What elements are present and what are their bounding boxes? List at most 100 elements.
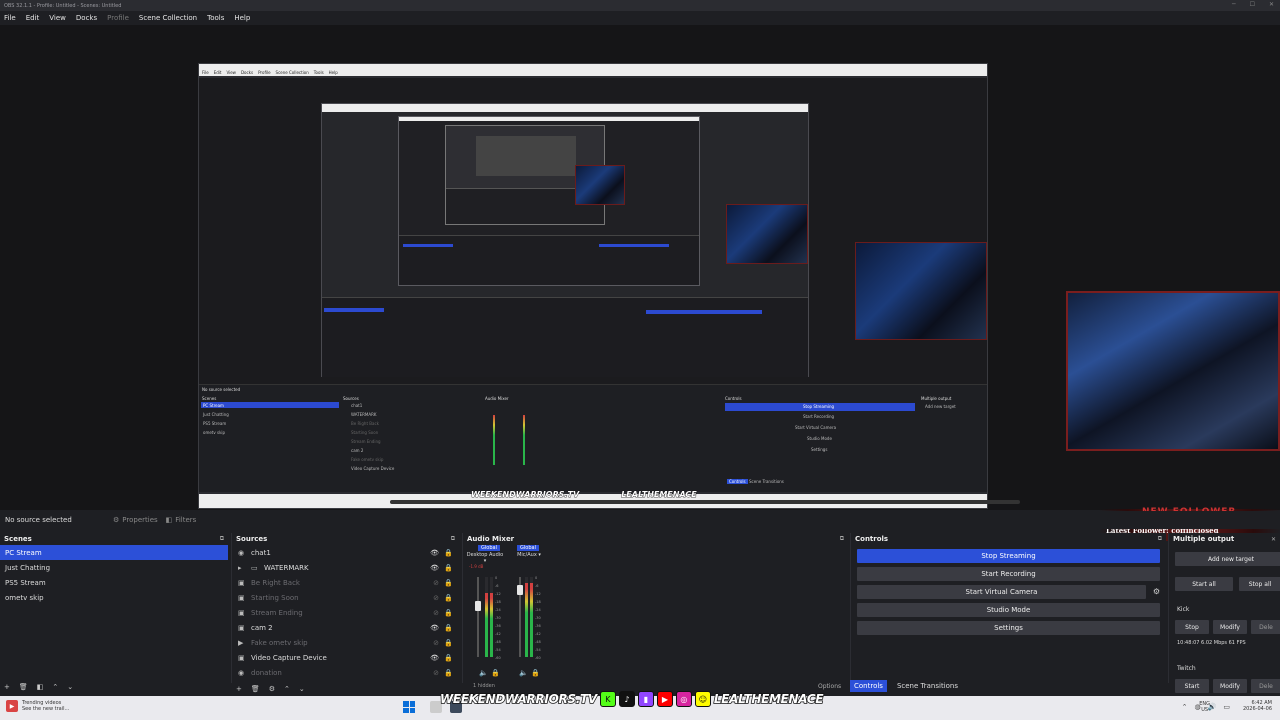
eye-icon[interactable]: 👁	[430, 564, 439, 572]
source-item-brb[interactable]: ▣ Be Right Back ⊘ 🔒	[232, 575, 459, 590]
windows-start-icon[interactable]	[403, 701, 415, 713]
scene-item-just-chatting[interactable]: Just Chatting	[0, 560, 228, 575]
lock-icon[interactable]: 🔒	[491, 669, 500, 677]
eye-icon[interactable]: 👁	[430, 624, 439, 632]
filters-button[interactable]: ◧ Filters	[166, 516, 197, 524]
undock-icon[interactable]: ⧉	[840, 535, 844, 543]
kick-stop-button[interactable]: Stop	[1175, 620, 1209, 634]
undock-icon[interactable]: ⧉	[220, 535, 224, 543]
eye-off-icon[interactable]: ⊘	[433, 609, 439, 617]
eye-off-icon[interactable]: ⊘	[433, 594, 439, 602]
remove-source-icon[interactable]: 🗑	[251, 685, 260, 693]
start-virtual-camera-button[interactable]: Start Virtual Camera ⚙	[857, 585, 1160, 599]
language-indicator[interactable]: ENG US	[1199, 701, 1210, 713]
studio-mode-button[interactable]: Studio Mode	[857, 603, 1160, 617]
menu-view[interactable]: View	[49, 14, 66, 22]
properties-button[interactable]: ⚙ Properties	[113, 516, 158, 524]
move-down-icon[interactable]: ⌄	[67, 683, 73, 691]
dropdown-arrow-icon[interactable]: ▾	[484, 558, 487, 564]
tab-scene-transitions[interactable]: Scene Transitions	[893, 680, 962, 692]
maximize-icon[interactable]: ☐	[1250, 1, 1255, 8]
channel-name[interactable]: Mic/Aux ▾	[509, 552, 549, 558]
lock-icon[interactable]: 🔒	[444, 594, 453, 602]
multiple-output-dock: Multiple output ✕ Add new target Start a…	[1168, 533, 1280, 693]
volume-fader-track[interactable]	[477, 577, 479, 657]
source-item-donation[interactable]: ◉ donation ⊘ 🔒	[232, 665, 459, 680]
battery-icon[interactable]: ▭	[1223, 703, 1230, 711]
undock-icon[interactable]: ⧉	[451, 535, 455, 543]
menu-file[interactable]: File	[4, 14, 16, 22]
remove-scene-icon[interactable]: 🗑	[19, 683, 28, 691]
eye-off-icon[interactable]: ⊘	[433, 669, 439, 677]
menu-scene-collection[interactable]: Scene Collection	[139, 14, 197, 22]
taskbar-widget[interactable]: ▶ Trending videos See the new trail...	[6, 700, 69, 712]
tab-controls[interactable]: Controls	[850, 680, 887, 692]
dropdown-arrow-icon[interactable]: ▾	[538, 552, 541, 558]
stop-streaming-button[interactable]: Stop Streaming	[857, 549, 1160, 563]
eye-icon[interactable]: 👁	[430, 549, 439, 557]
menu-docks[interactable]: Docks	[76, 14, 97, 22]
eye-off-icon[interactable]: ⊘	[433, 639, 439, 647]
eye-icon[interactable]: 👁	[430, 654, 439, 662]
lock-icon[interactable]: 🔒	[444, 579, 453, 587]
menu-tools[interactable]: Tools	[207, 14, 224, 22]
lock-icon[interactable]: 🔒	[444, 564, 453, 572]
menu-profile[interactable]: Profile	[107, 14, 129, 22]
lock-icon[interactable]: 🔒	[444, 609, 453, 617]
scene-item-pc-stream[interactable]: PC Stream	[0, 545, 228, 560]
chevron-right-icon[interactable]: ▸	[238, 564, 248, 572]
scene-item-ps5-stream[interactable]: PS5 Stream	[0, 575, 228, 590]
source-settings-icon[interactable]: ⚙	[269, 685, 275, 693]
nested-docks-level-2	[322, 297, 808, 377]
eye-off-icon[interactable]: ⊘	[433, 579, 439, 587]
add-new-target-button[interactable]: Add new target	[1175, 552, 1280, 566]
move-down-icon[interactable]: ⌄	[299, 685, 305, 693]
source-item-watermark[interactable]: ▸ ▭ WATERMARK 👁 🔒	[232, 560, 459, 575]
volume-fader-knob[interactable]	[475, 601, 481, 611]
stop-all-button[interactable]: Stop all	[1239, 577, 1280, 591]
kick-modify-button[interactable]: Modify	[1213, 620, 1247, 634]
preview-scrollbar[interactable]	[390, 500, 1020, 504]
gear-icon[interactable]: ⚙	[1153, 587, 1160, 596]
settings-button[interactable]: Settings	[857, 621, 1160, 635]
undock-icon[interactable]: ⧉	[1158, 535, 1162, 543]
scene-filters-icon[interactable]: ◧	[37, 683, 44, 691]
lock-icon[interactable]: 🔒	[444, 624, 453, 632]
taskbar-clock[interactable]: 6:42 AM 2026-04-06	[1243, 700, 1272, 712]
speaker-icon[interactable]: 🔈	[519, 669, 528, 677]
menu-help[interactable]: Help	[234, 14, 250, 22]
close-icon[interactable]: ✕	[1271, 536, 1276, 543]
banner-left-text: WEEKENDWARRIORS.TV	[439, 691, 598, 707]
twitch-modify-button[interactable]: Modify	[1213, 679, 1247, 693]
start-all-button[interactable]: Start all	[1175, 577, 1233, 591]
source-item-starting[interactable]: ▣ Starting Soon ⊘ 🔒	[232, 590, 459, 605]
preview-area[interactable]: File Edit View Docks Profile Scene Colle…	[0, 25, 1280, 541]
volume-fader-knob[interactable]	[517, 585, 523, 595]
close-icon[interactable]: ✕	[1269, 1, 1274, 8]
source-item-fake-skip[interactable]: ▶ Fake ometv skip ⊘ 🔒	[232, 635, 459, 650]
lock-icon[interactable]: 🔒	[444, 669, 453, 677]
twitch-delete-button[interactable]: Dele	[1251, 679, 1280, 693]
chevron-up-icon[interactable]: ⌃	[1182, 703, 1188, 711]
source-item-video-capture[interactable]: ▣ Video Capture Device 👁 🔒	[232, 650, 459, 665]
menu-edit[interactable]: Edit	[26, 14, 40, 22]
move-up-icon[interactable]: ⌃	[52, 683, 58, 691]
source-item-chat1[interactable]: ◉ chat1 👁 🔒	[232, 545, 459, 560]
minimize-icon[interactable]: ─	[1232, 1, 1236, 8]
channel-name[interactable]: Desktop Audio ▾	[465, 552, 505, 564]
lock-icon[interactable]: 🔒	[444, 639, 453, 647]
kick-delete-button[interactable]: Dele	[1251, 620, 1280, 634]
move-up-icon[interactable]: ⌃	[284, 685, 290, 693]
speaker-icon[interactable]: 🔈	[479, 669, 488, 677]
meter-tick-label: 0	[495, 576, 498, 580]
lock-icon[interactable]: 🔒	[531, 669, 540, 677]
source-item-cam2[interactable]: ▣ cam 2 👁 🔒	[232, 620, 459, 635]
start-recording-button[interactable]: Start Recording	[857, 567, 1160, 581]
lock-icon[interactable]: 🔒	[444, 654, 453, 662]
add-source-icon[interactable]: +	[236, 685, 242, 693]
add-scene-icon[interactable]: +	[4, 683, 10, 691]
lock-icon[interactable]: 🔒	[444, 549, 453, 557]
source-item-ending[interactable]: ▣ Stream Ending ⊘ 🔒	[232, 605, 459, 620]
twitch-start-button[interactable]: Start	[1175, 679, 1209, 693]
scene-item-ometv-skip[interactable]: ometv skip	[0, 590, 228, 605]
